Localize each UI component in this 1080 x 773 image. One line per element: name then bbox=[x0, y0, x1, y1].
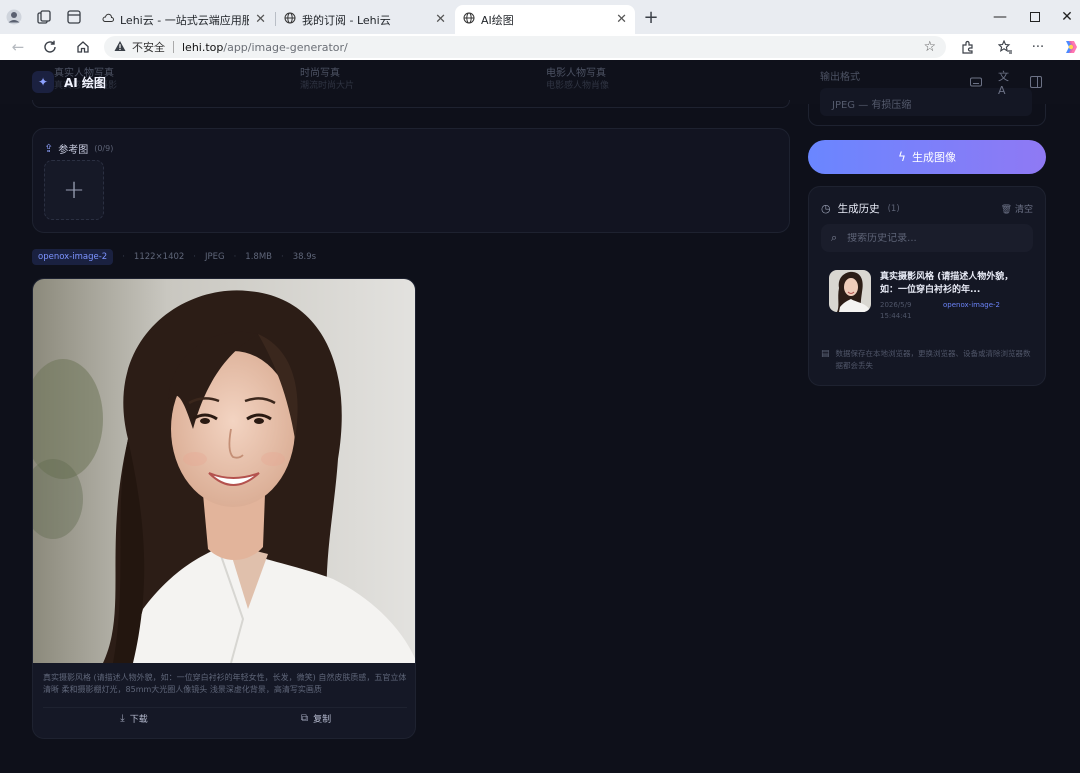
search-icon: ⌕ bbox=[831, 231, 838, 244]
history-item-model: openox-image-2 bbox=[943, 301, 1000, 309]
close-window-icon[interactable]: ✕ bbox=[1056, 6, 1078, 28]
workspaces-icon[interactable] bbox=[35, 8, 53, 26]
reference-count: (0/9) bbox=[94, 144, 114, 153]
new-tab-icon[interactable]: + bbox=[642, 7, 660, 28]
history-thumbnail bbox=[829, 270, 871, 312]
url-path: /app/image-generator/ bbox=[223, 40, 348, 54]
separator-dot: · bbox=[280, 252, 284, 262]
reference-title-label: 参考图 bbox=[58, 145, 89, 156]
globe-icon bbox=[284, 12, 296, 27]
url-host: lehi.top bbox=[182, 40, 224, 54]
history-storage-note: ▤ 数据保存在本地浏览器，更换浏览器、设备或清除浏览器数据都会丢失 bbox=[821, 348, 1035, 372]
reload-icon[interactable] bbox=[40, 37, 60, 57]
result-card: 真实摄影风格 (请描述人物外貌，如：一位穿白衬衫的年轻女性，长发，微笑) 自然皮… bbox=[32, 278, 416, 739]
trash-icon: 🗑 bbox=[1000, 205, 1013, 215]
warning-icon[interactable] bbox=[114, 40, 126, 55]
download-button[interactable]: ⤓ 下载 bbox=[43, 707, 225, 729]
separator-dot: · bbox=[193, 252, 196, 262]
security-label[interactable]: 不安全 bbox=[132, 39, 165, 55]
file-size: 1.8MB bbox=[245, 252, 272, 262]
model-badge: openox-image-2 bbox=[32, 249, 114, 265]
history-search[interactable]: ⌕ bbox=[821, 224, 1033, 252]
history-count: (1) bbox=[887, 203, 900, 214]
tab-close-icon[interactable]: ✕ bbox=[616, 12, 627, 27]
tab-title: AI绘图 bbox=[481, 13, 514, 27]
image-format: JPEG bbox=[205, 252, 225, 262]
favorite-star-icon[interactable]: ☆ bbox=[923, 39, 936, 55]
minimize-icon[interactable]: — bbox=[989, 6, 1011, 28]
tab-lehi-home[interactable]: Lehi云 - 一站式云端应用服务平台 ✕ bbox=[94, 5, 274, 34]
style-preset-name[interactable]: 电影人物写真 bbox=[546, 64, 606, 79]
download-icon: ⤓ bbox=[120, 713, 125, 724]
home-icon[interactable] bbox=[73, 37, 93, 57]
history-search-input[interactable] bbox=[847, 232, 1018, 244]
favorites-list-icon[interactable] bbox=[995, 37, 1015, 57]
tab-ai-drawing[interactable]: AI绘图 ✕ bbox=[455, 5, 635, 34]
globe-icon bbox=[463, 12, 475, 27]
image-size: 1122×1402 bbox=[133, 252, 185, 262]
clear-history-button[interactable]: 🗑 清空 bbox=[1001, 202, 1033, 215]
separator-dot: · bbox=[233, 252, 237, 262]
copy-button[interactable]: ⧉ 复制 bbox=[225, 707, 407, 729]
profile-icon[interactable] bbox=[5, 8, 23, 26]
clear-label: 清空 bbox=[1014, 205, 1033, 215]
history-item-text: 真实摄影风格 (请描述人物外貌，如：一位穿白衬衫的年... bbox=[880, 272, 1014, 295]
copy-icon: ⧉ bbox=[300, 713, 309, 724]
result-actions: ⤓ 下载 ⧉ 复制 bbox=[43, 707, 407, 729]
generate-button[interactable]: ϟ 生成图像 bbox=[808, 140, 1046, 174]
address-bar[interactable]: 不安全 lehi.top /app/image-generator/ ☆ bbox=[104, 36, 946, 58]
history-note-text: 数据保存在本地浏览器，更换浏览器、设备或清除浏览器数据都会丢失 bbox=[835, 349, 1031, 370]
history-clock-icon: ◷ bbox=[821, 202, 831, 215]
add-reference-button[interactable]: + bbox=[44, 160, 104, 220]
tab-close-icon[interactable]: ✕ bbox=[255, 12, 266, 27]
cloud-icon bbox=[102, 12, 114, 27]
browser-tab-bar: Lehi云 - 一站式云端应用服务平台 ✕ 我的订阅 - Lehi云 ✕ AI绘… bbox=[0, 0, 1080, 34]
copy-label: 复制 bbox=[313, 715, 332, 725]
more-menu-icon[interactable]: ··· bbox=[1028, 37, 1048, 57]
extensions-icon[interactable] bbox=[958, 37, 978, 57]
reference-title: ⇪ 参考图 (0/9) bbox=[44, 141, 113, 156]
generation-time: 38.9s bbox=[292, 252, 317, 262]
app-root: 真实人物写真 真实感人像摄影 时尚写真 潮流时尚大片 电影人物写真 电影感人物肖… bbox=[0, 60, 1080, 773]
sidebar-toggle-icon[interactable] bbox=[1028, 74, 1044, 90]
reference-image-panel bbox=[32, 128, 790, 233]
history-header: ◷ 生成历史 (1) bbox=[821, 201, 900, 216]
style-preset-desc: 潮流时尚大片 bbox=[300, 81, 355, 91]
maximize-icon[interactable] bbox=[1024, 6, 1046, 28]
history-title: 生成历史 bbox=[837, 203, 880, 215]
style-presets-panel bbox=[32, 100, 790, 108]
translate-icon[interactable]: 文A bbox=[998, 70, 1014, 97]
app-title: AI 绘图 bbox=[64, 76, 106, 90]
history-item[interactable]: 真实摄影风格 (请描述人物外貌，如：一位穿白衬衫的年... 2026/5/9 1… bbox=[829, 270, 1035, 326]
download-label: 下载 bbox=[129, 715, 148, 725]
upload-icon: ⇪ bbox=[44, 142, 54, 155]
back-arrow-icon[interactable]: ← bbox=[8, 37, 28, 57]
tab-title: 我的订阅 - Lehi云 bbox=[302, 13, 391, 27]
prompt-text: 真实摄影风格 (请描述人物外貌，如：一位穿白衬衫的年轻女性，长发，微笑) 自然皮… bbox=[43, 673, 407, 694]
tab-title: Lehi云 - 一站式云端应用服务平台 bbox=[120, 13, 250, 27]
separator-dot: · bbox=[122, 252, 125, 262]
tab-actions-icon[interactable] bbox=[65, 8, 83, 26]
history-item-date: 2026/5/9 15:44:41 bbox=[880, 301, 912, 320]
history-panel: ◷ 生成历史 (1) 🗑 清空 ⌕ 真实摄影风格 (请描述人物外貌，如：一位穿 bbox=[808, 186, 1046, 386]
style-preset-name[interactable]: 时尚写真 bbox=[300, 64, 340, 79]
keyboard-icon[interactable] bbox=[968, 74, 984, 90]
copilot-icon[interactable] bbox=[1060, 37, 1080, 57]
lightning-icon: ϟ bbox=[898, 150, 906, 164]
generate-label: 生成图像 bbox=[911, 151, 956, 164]
result-meta-row: openox-image-2 · 1122×1402 · JPEG · 1.8M… bbox=[32, 248, 316, 266]
database-icon: ▤ bbox=[821, 349, 830, 359]
generated-image[interactable] bbox=[33, 279, 415, 664]
app-logo-sparkle-icon: ✦ bbox=[32, 71, 54, 93]
output-format-label: 输出格式 bbox=[820, 72, 860, 83]
tab-subscription[interactable]: 我的订阅 - Lehi云 ✕ bbox=[276, 5, 454, 34]
divider bbox=[173, 41, 174, 53]
browser-toolbar: ← 不安全 lehi.top /app/image-generator/ ☆ ·… bbox=[0, 34, 1080, 60]
tab-close-icon[interactable]: ✕ bbox=[435, 12, 446, 27]
style-preset-desc: 电影感人物肖像 bbox=[546, 81, 610, 91]
